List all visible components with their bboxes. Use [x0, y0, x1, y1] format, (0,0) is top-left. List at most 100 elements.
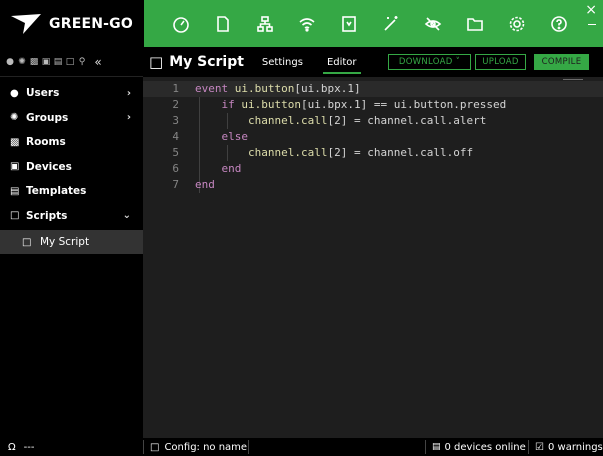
- sidebar-item-users[interactable]: ● Users ›: [0, 81, 143, 106]
- code-token: [2] = channel.call.off: [327, 146, 474, 159]
- sidebar-item-label: Devices: [26, 160, 72, 173]
- line-number: 5: [172, 146, 179, 159]
- devices-icon: ▣: [10, 161, 20, 173]
- code-token: channel.call: [247, 114, 328, 127]
- status-warnings[interactable]: ☑ 0 warnings: [535, 438, 603, 456]
- rooms-icon[interactable]: ▩: [28, 57, 40, 67]
- document-icon[interactable]: [202, 0, 244, 47]
- devices-icon[interactable]: ▣: [40, 57, 52, 67]
- device-icon[interactable]: [328, 0, 370, 47]
- sidebar-item-groups[interactable]: ✺ Groups ›: [0, 106, 143, 131]
- code-token: else: [221, 130, 249, 143]
- magic-wand-icon[interactable]: [370, 0, 412, 47]
- window-close-button[interactable]: ×: [585, 2, 597, 18]
- line-number: 2: [172, 98, 179, 111]
- code-token: end: [195, 178, 215, 191]
- sidebar-item-label: Groups: [26, 111, 69, 124]
- download-button[interactable]: DOWNLOAD ˅: [388, 54, 471, 70]
- code-token: ui.button: [234, 82, 295, 95]
- status-user-text: ---: [23, 441, 35, 453]
- status-config[interactable]: □ Config: no name: [150, 438, 247, 456]
- code-token: channel.call: [247, 146, 328, 159]
- templates-icon: ▤: [10, 185, 20, 197]
- line-number: 4: [172, 130, 179, 143]
- code-line[interactable]: 3 channel.call[2] = channel.call.alert: [143, 113, 603, 129]
- upload-button[interactable]: UPLOAD: [475, 54, 526, 70]
- rooms-icon: ▩: [10, 136, 20, 148]
- code-token: end: [221, 162, 242, 175]
- sidebar-toolbar: ● ✺ ▩ ▣ ▤ □ ⚲ «: [0, 47, 143, 77]
- users-icon[interactable]: ●: [4, 57, 16, 67]
- code-line[interactable]: 4 else: [143, 129, 603, 145]
- status-user[interactable]: Ω ---: [8, 438, 34, 456]
- tab-settings[interactable]: Settings: [258, 54, 307, 71]
- main-panel: □ My Script Settings Editor DOWNLOAD ˅ U…: [143, 47, 603, 438]
- dashboard-icon[interactable]: [160, 0, 202, 47]
- status-devices-text: 0 devices online: [444, 441, 526, 453]
- user-icon: ●: [10, 87, 19, 99]
- sidebar-item-templates[interactable]: ▤ Templates: [0, 179, 143, 204]
- sidebar-item-devices[interactable]: ▣ Devices: [0, 155, 143, 180]
- code-token: if: [221, 98, 242, 111]
- status-config-text: Config: no name: [164, 441, 248, 453]
- code-line[interactable]: 1 event ui.button[ui.bpx.1]: [143, 81, 603, 97]
- sidebar: ● ✺ ▩ ▣ ▤ □ ⚲ « ● Users › ✺ Groups › ▩ R…: [0, 47, 143, 438]
- code-text: end: [195, 177, 215, 193]
- gear-icon[interactable]: [496, 0, 538, 47]
- page-title: My Script: [169, 54, 244, 70]
- folder-icon[interactable]: [454, 0, 496, 47]
- code-token: ui.button: [241, 98, 301, 111]
- line-number: 6: [172, 162, 179, 175]
- sidebar-item-label: Templates: [26, 185, 87, 198]
- status-bar: Ω --- □ Config: no name ▤ 0 devices onli…: [0, 438, 603, 456]
- line-number: 3: [172, 114, 179, 127]
- code-text: if ui.button[ui.bpx.1] == ui.button.pres…: [195, 97, 507, 113]
- code-token: [2] = channel.call.alert: [327, 114, 487, 127]
- scripts-icon: □: [10, 210, 20, 222]
- code-line[interactable]: 6 end: [143, 161, 603, 177]
- code-editor[interactable]: 1 event ui.button[ui.bpx.1] 2 if ui.button…: [143, 77, 603, 438]
- code-token: [ui.bpx.1]: [294, 82, 361, 95]
- sidebar-item-label: My Script: [40, 236, 90, 248]
- sidebar-item-scripts[interactable]: □ Scripts ⌄: [0, 204, 143, 229]
- script-icon: □: [22, 236, 32, 248]
- sidebar-item-label: Users: [26, 87, 60, 100]
- code-token: [ui.bpx.1] == ui.button.pressed: [300, 98, 507, 111]
- line-number: 7: [172, 178, 179, 191]
- tab-editor[interactable]: Editor: [322, 54, 361, 74]
- script-icon: □: [149, 53, 164, 71]
- sidebar-item-label: Rooms: [26, 136, 66, 149]
- line-number: 1: [172, 82, 179, 95]
- code-text: end: [195, 161, 242, 177]
- document-icon: □: [150, 441, 160, 453]
- help-icon[interactable]: [538, 0, 580, 47]
- code-line[interactable]: 2 if ui.button[ui.bpx.1] == ui.button.pr…: [143, 97, 603, 113]
- visibility-off-icon[interactable]: [412, 0, 454, 47]
- code-line[interactable]: 7 end: [143, 177, 603, 193]
- code-text: else: [195, 129, 249, 145]
- logo-text: GREEN-GO: [49, 15, 133, 32]
- groups-icon[interactable]: ✺: [16, 57, 28, 67]
- status-warnings-text: 0 warnings: [547, 441, 603, 453]
- scripts-icon[interactable]: □: [64, 57, 76, 67]
- search-icon[interactable]: ⚲: [76, 57, 88, 67]
- templates-icon[interactable]: ▤: [52, 57, 64, 67]
- code-token: event: [195, 82, 235, 95]
- chevron-down-icon: ⌄: [122, 210, 131, 222]
- app-logo: GREEN-GO: [0, 0, 144, 47]
- chevron-right-icon: ›: [126, 112, 131, 124]
- code-line[interactable]: 5 channel.call[2] = channel.call.off: [143, 145, 603, 161]
- collapse-sidebar-button[interactable]: «: [92, 55, 104, 69]
- compile-button[interactable]: COMPILE: [534, 54, 589, 70]
- sidebar-item-my-script[interactable]: □ My Script: [0, 230, 143, 254]
- window-minimize-button[interactable]: [588, 24, 596, 25]
- wireless-icon[interactable]: [286, 0, 328, 47]
- status-devices[interactable]: ▤ 0 devices online: [432, 438, 526, 456]
- sidebar-item-rooms[interactable]: ▩ Rooms: [0, 130, 143, 155]
- network-icon[interactable]: [244, 0, 286, 47]
